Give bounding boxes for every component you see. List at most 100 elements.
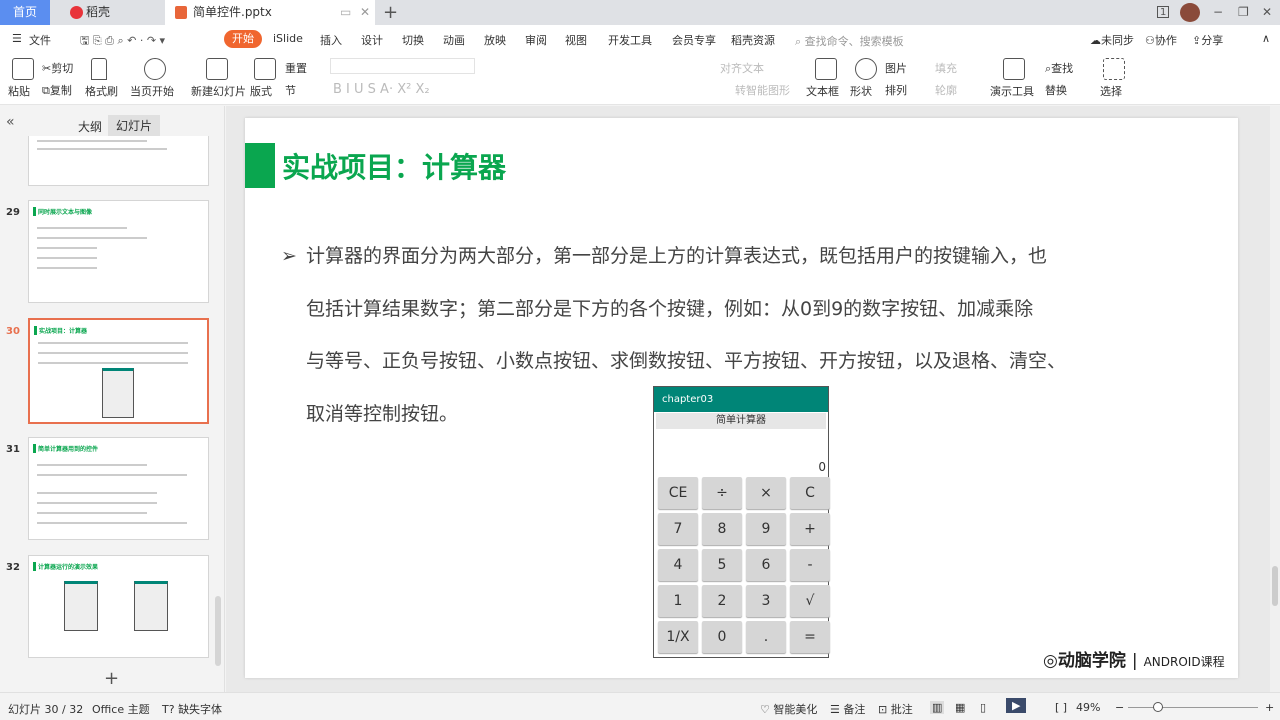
zoom-out-button[interactable]: −	[1115, 701, 1124, 714]
avatar[interactable]	[1180, 3, 1200, 22]
new-tab-button[interactable]: +	[383, 0, 398, 25]
reading-view-icon[interactable]: ▯	[980, 701, 986, 714]
tab-file[interactable]: 简单控件.pptx ▭ ✕	[165, 0, 375, 25]
menu-developer[interactable]: 开发工具	[608, 32, 652, 48]
slide[interactable]: 实战项目：计算器 ➢ 计算器的界面分为两大部分，第一部分是上方的计算表达式，既包…	[245, 118, 1238, 678]
calc-key[interactable]: 1	[658, 585, 698, 617]
paste-button[interactable]: 粘贴	[8, 83, 30, 99]
restore-button[interactable]: ❐	[1238, 0, 1249, 25]
calc-key[interactable]: -	[790, 549, 830, 581]
format-painter-button[interactable]: 格式刷	[85, 83, 118, 99]
tab-daoke[interactable]: 稻壳	[60, 0, 165, 25]
layout-button[interactable]: 版式	[250, 83, 272, 99]
calc-key[interactable]: 4	[658, 549, 698, 581]
menu-daoke-resources[interactable]: 稻壳资源	[731, 32, 775, 48]
textbox-button[interactable]: 文本框	[806, 83, 839, 99]
slide-thumb-30[interactable]: 实战项目：计算器	[28, 318, 209, 424]
menu-design[interactable]: 设计	[361, 32, 383, 48]
play-from-current-button[interactable]: 当页开始	[130, 83, 174, 99]
menu-start[interactable]: 开始	[224, 30, 262, 48]
theme-name[interactable]: Office 主题	[92, 701, 150, 717]
calc-key[interactable]: .	[746, 621, 786, 653]
hamburger-icon[interactable]: ☰	[12, 32, 22, 45]
sorter-view-icon[interactable]: ▦	[955, 701, 965, 714]
collab-button[interactable]: ⚇协作	[1145, 32, 1177, 48]
tab-outline[interactable]: 大纲	[78, 118, 102, 135]
shape-button[interactable]: 形状	[850, 83, 872, 99]
font-format-buttons[interactable]: B I U S A· X² X₂	[333, 82, 430, 97]
calc-key[interactable]: =	[790, 621, 830, 653]
section-button[interactable]: 节	[285, 82, 296, 98]
comment-button[interactable]: ⊡ 批注	[878, 701, 913, 717]
calc-key[interactable]: +	[790, 513, 830, 545]
menu-insert[interactable]: 插入	[320, 32, 342, 48]
minimize-button[interactable]: −	[1213, 0, 1223, 25]
menu-animation[interactable]: 动画	[443, 32, 465, 48]
smartart-button[interactable]: 转智能图形	[735, 82, 790, 98]
fit-icon[interactable]: [ ]	[1055, 701, 1067, 714]
play-slideshow-button[interactable]: ▶	[1006, 698, 1027, 713]
arrange-button[interactable]: 排列	[885, 82, 907, 98]
fill-button[interactable]: 填充	[935, 60, 957, 76]
calc-key[interactable]: 9	[746, 513, 786, 545]
font-select[interactable]	[330, 58, 475, 74]
zoom-slider-thumb[interactable]	[1153, 702, 1163, 712]
calc-key[interactable]: 2	[702, 585, 742, 617]
menu-slideshow[interactable]: 放映	[484, 32, 506, 48]
copy-button[interactable]: ⧉复制	[42, 82, 72, 98]
menu-review[interactable]: 审阅	[525, 32, 547, 48]
panel-scrollbar[interactable]	[215, 596, 221, 666]
collapse-panel-icon[interactable]: «	[6, 114, 15, 130]
command-search[interactable]: ⌕ 查找命令、搜索模板	[795, 33, 904, 49]
slide-thumb-32[interactable]: 计算器运行的演示效果	[28, 555, 209, 658]
calc-key[interactable]: 6	[746, 549, 786, 581]
notes-button[interactable]: ☰ 备注	[830, 701, 865, 717]
window-count[interactable]: 1	[1157, 6, 1170, 18]
slide-thumb-28[interactable]	[28, 136, 209, 186]
add-slide-button[interactable]: +	[104, 668, 119, 689]
missing-font-button[interactable]: T? 缺失字体	[162, 701, 222, 717]
zoom-in-button[interactable]: +	[1265, 701, 1274, 714]
calc-key[interactable]: ×	[746, 477, 786, 509]
share-button[interactable]: ⇪分享	[1192, 32, 1223, 48]
beautify-button[interactable]: ♡ 智能美化	[760, 701, 817, 717]
select-button[interactable]: 选择	[1100, 83, 1122, 99]
align-text-button[interactable]: 对齐文本	[720, 60, 764, 76]
presentation-tools-button[interactable]: 演示工具	[990, 83, 1034, 99]
tab-slides[interactable]: 幻灯片	[108, 115, 161, 136]
canvas-scrollbar[interactable]	[1270, 106, 1280, 692]
outline-button[interactable]: 轮廓	[935, 82, 957, 98]
slide-thumb-29[interactable]: 同时展示文本与图像	[28, 200, 209, 303]
close-tab-icon[interactable]: ✕	[360, 0, 370, 25]
calc-key[interactable]: CE	[658, 477, 698, 509]
picture-button[interactable]: 图片	[885, 60, 907, 76]
find-button[interactable]: ⌕查找	[1045, 60, 1073, 76]
calc-key[interactable]: 1/X	[658, 621, 698, 653]
calc-key[interactable]: 7	[658, 513, 698, 545]
new-slide-button[interactable]: 新建幻灯片	[191, 83, 246, 99]
calc-key[interactable]: 8	[702, 513, 742, 545]
menu-file[interactable]: 文件	[29, 32, 51, 48]
normal-view-icon[interactable]: ▥	[930, 701, 945, 714]
menu-islide[interactable]: iSlide	[273, 32, 303, 45]
menu-transition[interactable]: 切换	[402, 32, 424, 48]
tab-home[interactable]: 首页	[0, 0, 50, 25]
pin-icon[interactable]: ▭	[340, 0, 351, 25]
quick-access-icons[interactable]: 🖫 ⎘ ⎙ ⌕ ↶ · ↷ ▾	[80, 32, 165, 51]
replace-button[interactable]: 替换	[1045, 82, 1067, 98]
sync-button[interactable]: ☁未同步	[1090, 32, 1134, 48]
close-button[interactable]: ✕	[1262, 0, 1272, 25]
zoom-level[interactable]: 49%	[1076, 701, 1100, 714]
calc-key[interactable]: 5	[702, 549, 742, 581]
calc-key[interactable]: C	[790, 477, 830, 509]
calc-key[interactable]: ÷	[702, 477, 742, 509]
cut-button[interactable]: ✂剪切	[42, 60, 73, 76]
calc-key[interactable]: 0	[702, 621, 742, 653]
calc-key[interactable]: 3	[746, 585, 786, 617]
collapse-ribbon-icon[interactable]: ∧	[1262, 32, 1270, 45]
reset-button[interactable]: 重置	[285, 60, 307, 76]
slide-thumb-31[interactable]: 简单计算器用到的控件	[28, 437, 209, 540]
calculator-screenshot[interactable]: chapter03 简单计算器 0 CE ÷ × C 7 8 9 +4 5 6-1 2 3 √ 1/X 0.…	[653, 386, 830, 658]
zoom-slider[interactable]	[1128, 702, 1258, 712]
menu-member[interactable]: 会员专享	[672, 32, 716, 48]
